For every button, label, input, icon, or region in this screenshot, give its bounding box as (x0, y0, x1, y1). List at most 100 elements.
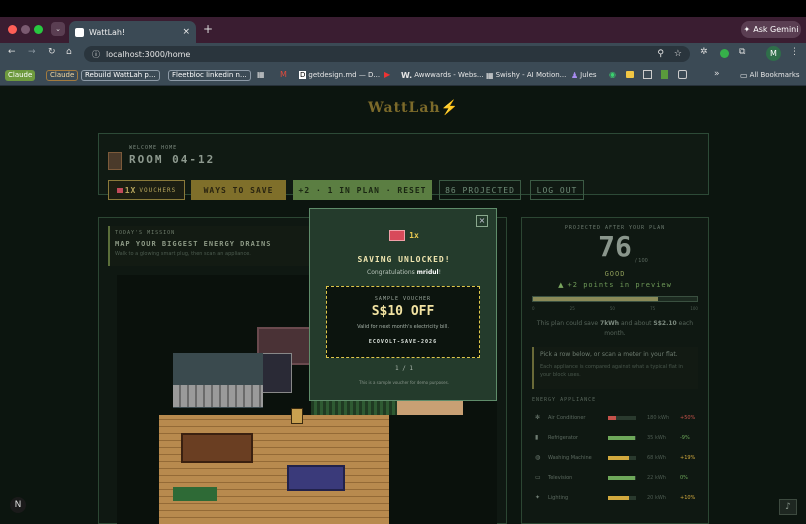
bookmark-label: Rebuild WattLah p... (81, 69, 160, 81)
appliance-pct: +50% (680, 415, 696, 421)
browser-menu-icon[interactable]: ⋮ (790, 47, 799, 57)
home-icon[interactable]: ⌂ (66, 47, 72, 57)
youtube-icon[interactable]: ▶ (384, 70, 390, 79)
forward-arrow-icon[interactable]: → (28, 47, 36, 57)
room-title: ROOM 04-12 (129, 153, 216, 166)
bookmark-swishy[interactable]: ▦ Swishy - AI Motion... (486, 69, 566, 81)
screen-top-strip (0, 0, 806, 17)
maximize-window-button[interactable] (34, 25, 43, 34)
appliance-bar-fill (608, 416, 616, 420)
projected-button[interactable]: 86 PROJECTED (439, 180, 521, 200)
scale-tick: 25 (569, 306, 575, 311)
ask-gemini-label: Ask Gemini (753, 25, 799, 34)
tv-icon: ▭ (535, 474, 541, 481)
living-floor (159, 415, 389, 524)
bookmark-fleetbloc[interactable]: Fleetbloc linkedin n... (168, 69, 251, 81)
vouchers-button[interactable]: 1X VOUCHERS (108, 180, 185, 200)
bookmark-label: Awwwards - Webs... (414, 71, 484, 79)
extension-green-icon[interactable] (720, 49, 729, 58)
logout-button[interactable]: LOG OUT (530, 180, 584, 200)
appliance-row[interactable]: ▭ Television 22 kWh 0% (532, 472, 698, 486)
bookmark-getdesign[interactable]: Dgetdesign.md — D... (299, 69, 380, 81)
swishy-icon: ▦ (486, 70, 494, 80)
url-text: localhost:3000/home (106, 49, 191, 59)
music-note-icon[interactable]: ♪ (779, 499, 797, 515)
appliance-kwh: 20 kWh (647, 495, 666, 501)
close-window-button[interactable] (8, 25, 17, 34)
appliance-pct: +10% (680, 495, 696, 501)
bookmark-rebuild-wattlah[interactable]: Rebuild WattLah p... (81, 69, 160, 81)
back-arrow-icon[interactable]: ← (8, 47, 16, 57)
bookmark-label: getdesign.md — D... (308, 71, 381, 79)
congrats-prefix: Congratulations (367, 269, 417, 276)
preview-row: ▲ +2 points in preview (521, 281, 709, 289)
voucher-ticket-icon (116, 187, 123, 193)
appliance-row[interactable]: ◍ Washing Machine 68 kWh +19% (532, 452, 698, 466)
zoom-icon[interactable]: ⚲ (657, 49, 664, 59)
bookmark-label: Swishy - AI Motion... (495, 71, 567, 79)
ways-to-save-button[interactable]: WAYS TO SAVE (191, 180, 286, 200)
extension-box-icon[interactable] (643, 70, 652, 79)
appliance-bar (608, 436, 636, 440)
projected-label: 86 PROJECTED (445, 185, 515, 195)
app-logo: WattLah⚡ (368, 100, 460, 116)
extension-gear-icon[interactable]: ✲ (700, 47, 708, 57)
mission-text: Walk to a glowing smart plug, then scan … (115, 251, 251, 257)
all-bookmarks-folder[interactable]: ▭ All Bookmarks (740, 69, 800, 81)
voucher-pager: 1 / 1 (394, 365, 414, 372)
browser-tab-active[interactable]: WattLah! × (69, 21, 196, 43)
bookmark-jules[interactable]: ♟ Jules (571, 69, 597, 81)
scale-tick: 0 (532, 306, 535, 311)
bookmark-label: Claude (5, 69, 36, 81)
more-bookmarks-icon[interactable]: » (714, 69, 720, 79)
reload-icon[interactable]: ↻ (48, 47, 56, 57)
tab-title: WattLah! (89, 27, 126, 37)
appliance-kwh: 68 kWh (647, 455, 666, 461)
bookmark-star-icon[interactable]: ☆ (674, 49, 682, 59)
site-info-icon[interactable]: ⓘ (92, 49, 100, 60)
appliance-row[interactable]: ✻ Air Conditioner 180 kWh +50% (532, 412, 698, 426)
bookmark-claude-2[interactable]: Claude (46, 69, 79, 81)
tab-close-icon[interactable]: × (182, 27, 190, 37)
logout-label: LOG OUT (536, 185, 578, 195)
appliances-title: ENERGY APPLIANCE (532, 397, 597, 403)
up-arrow-icon: ▲ (558, 281, 564, 289)
ask-gemini-button[interactable]: ✦ Ask Gemini (741, 21, 801, 38)
extension-camera-icon[interactable] (678, 70, 687, 79)
appliance-kwh: 22 kWh (647, 475, 666, 481)
extension-yellow-icon[interactable] (626, 71, 634, 78)
folder-icon: ▭ (740, 70, 748, 80)
vouchers-label: VOUCHERS (139, 186, 177, 194)
plan-reset-button[interactable]: +2 · 1 IN PLAN · RESET (293, 180, 432, 200)
appliance-pct: 0% (680, 475, 688, 481)
voucher-ticket-icon (389, 230, 406, 241)
address-bar[interactable]: ⓘ localhost:3000/home ⚲ ☆ (84, 46, 690, 62)
score-grade: GOOD (604, 270, 626, 278)
appliance-row[interactable]: ✦ Lighting 20 kWh +10% (532, 492, 698, 506)
bookmark-claude-1[interactable]: Claude (5, 69, 36, 81)
bookmark-awwwards[interactable]: W. Awwwards - Webs... (401, 69, 484, 81)
appliance-kwh: 35 kWh (647, 435, 666, 441)
tab-search-chevron-icon[interactable]: ⌄ (51, 22, 65, 36)
extensions-puzzle-icon[interactable]: ⧉ (739, 47, 745, 57)
apps-grid-icon[interactable]: ▦ (257, 70, 265, 79)
nextjs-dev-indicator-icon[interactable]: N (10, 497, 26, 513)
savings-kwh: 7kWh (600, 320, 620, 327)
new-tab-button[interactable]: + (203, 22, 213, 36)
score-scale: 0 25 50 75 100 (532, 306, 698, 311)
app-page: WattLah⚡ WELCOME HOME ROOM 04-12 1X VOUC… (0, 86, 806, 524)
player-character[interactable] (291, 408, 303, 424)
player-avatar (108, 152, 122, 170)
plan-reset-label: +2 · 1 IN PLAN · RESET (298, 185, 427, 195)
modal-count-row: 1x (310, 230, 498, 241)
whatsapp-icon[interactable]: ◉ (609, 70, 616, 79)
minimize-window-button[interactable] (21, 25, 30, 34)
bookmarks-bar: Claude Claude Rebuild WattLah p... Fleet… (0, 64, 806, 86)
profile-avatar[interactable]: M (766, 46, 781, 61)
modal-close-button[interactable]: × (476, 215, 488, 227)
gmail-icon[interactable]: M (280, 70, 287, 79)
appliance-bar-fill (608, 436, 635, 440)
appliance-row[interactable]: ▮ Refrigerator 35 kWh -9% (532, 432, 698, 446)
extension-plant-icon[interactable] (661, 70, 668, 79)
score-outof: / 100 (635, 258, 648, 264)
